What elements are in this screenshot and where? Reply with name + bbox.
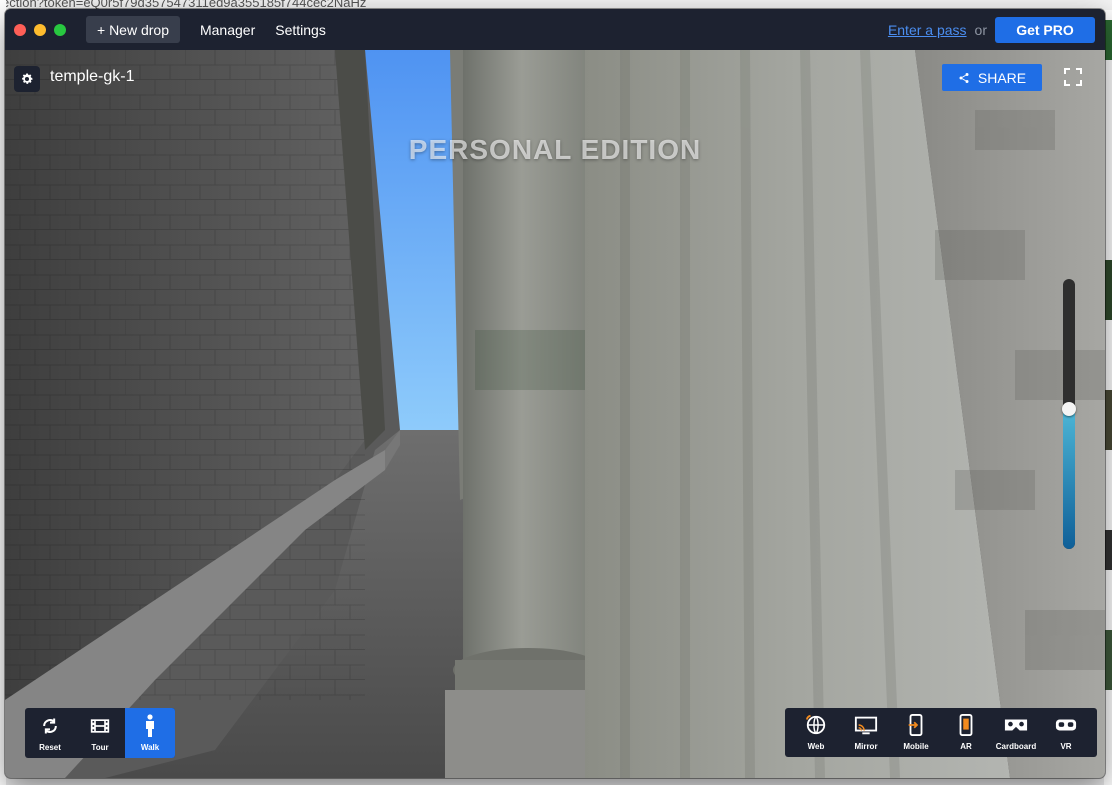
mobile-button[interactable]: Mobile — [891, 708, 941, 757]
ar-button[interactable]: AR — [941, 708, 991, 757]
cast-icon — [854, 716, 878, 735]
vr-label: VR — [1060, 742, 1072, 751]
mirror-label: Mirror — [854, 742, 878, 751]
settings-gear-button[interactable] — [14, 66, 40, 92]
navigation-mode-toolbar: Reset Tour Walk — [25, 708, 175, 758]
enter-pass-link[interactable]: Enter a pass — [888, 22, 967, 38]
mobile-label: Mobile — [903, 742, 929, 751]
mirror-button[interactable]: Mirror — [841, 708, 891, 757]
window-controls — [14, 23, 66, 36]
height-slider-fill — [1063, 409, 1075, 549]
height-slider-thumb[interactable] — [1062, 402, 1076, 416]
tour-button[interactable]: Tour — [75, 708, 125, 758]
cardboard-label: Cardboard — [995, 742, 1037, 751]
model-title: temple-gk-1 — [50, 68, 135, 85]
or-label: or — [974, 21, 987, 38]
ar-phone-icon — [959, 714, 973, 736]
phone-icon — [908, 714, 923, 736]
share-icon — [959, 72, 969, 83]
close-window-button[interactable] — [14, 23, 26, 36]
cardboard-icon — [1004, 719, 1028, 731]
globe-icon — [805, 714, 826, 735]
reset-button[interactable]: Reset — [25, 708, 75, 758]
web-label: Web — [807, 742, 825, 751]
share-button[interactable]: SHARE — [942, 64, 1042, 91]
vr-button[interactable]: VR — [1041, 708, 1091, 757]
personal-edition-watermark: PERSONAL EDITION — [408, 134, 702, 165]
app-window: + New drop Manager Settings Enter a pass… — [5, 9, 1105, 778]
3d-viewport[interactable]: temple-gk-1 PERSONAL EDITION SHARE Reset… — [5, 50, 1105, 778]
gear-icon — [22, 73, 33, 84]
new-drop-button[interactable]: + New drop — [86, 16, 180, 43]
fullscreen-icon[interactable] — [1063, 67, 1083, 87]
vr-headset-icon — [1055, 719, 1077, 731]
nav-settings[interactable]: Settings — [275, 22, 326, 38]
cardboard-button[interactable]: Cardboard — [991, 708, 1041, 757]
reset-icon — [43, 718, 57, 734]
background-page-right — [1104, 10, 1112, 785]
walk-label: Walk — [140, 743, 160, 752]
walk-icon — [146, 714, 154, 737]
film-icon — [90, 719, 110, 733]
ar-label: AR — [960, 742, 972, 751]
share-label: SHARE — [977, 69, 1027, 86]
tour-label: Tour — [91, 743, 109, 752]
get-pro-button[interactable]: Get PRO — [995, 16, 1095, 43]
reset-label: Reset — [39, 743, 61, 752]
walk-button[interactable]: Walk — [125, 708, 175, 758]
output-mode-toolbar: Web Mirror Mobile AR Cardboard VR — [785, 708, 1097, 757]
title-bar: + New drop Manager Settings Enter a pass… — [5, 9, 1105, 50]
zoom-window-button[interactable] — [54, 23, 66, 36]
minimize-window-button[interactable] — [34, 23, 46, 36]
nav-manager[interactable]: Manager — [200, 22, 255, 38]
web-button[interactable]: Web — [791, 708, 841, 757]
